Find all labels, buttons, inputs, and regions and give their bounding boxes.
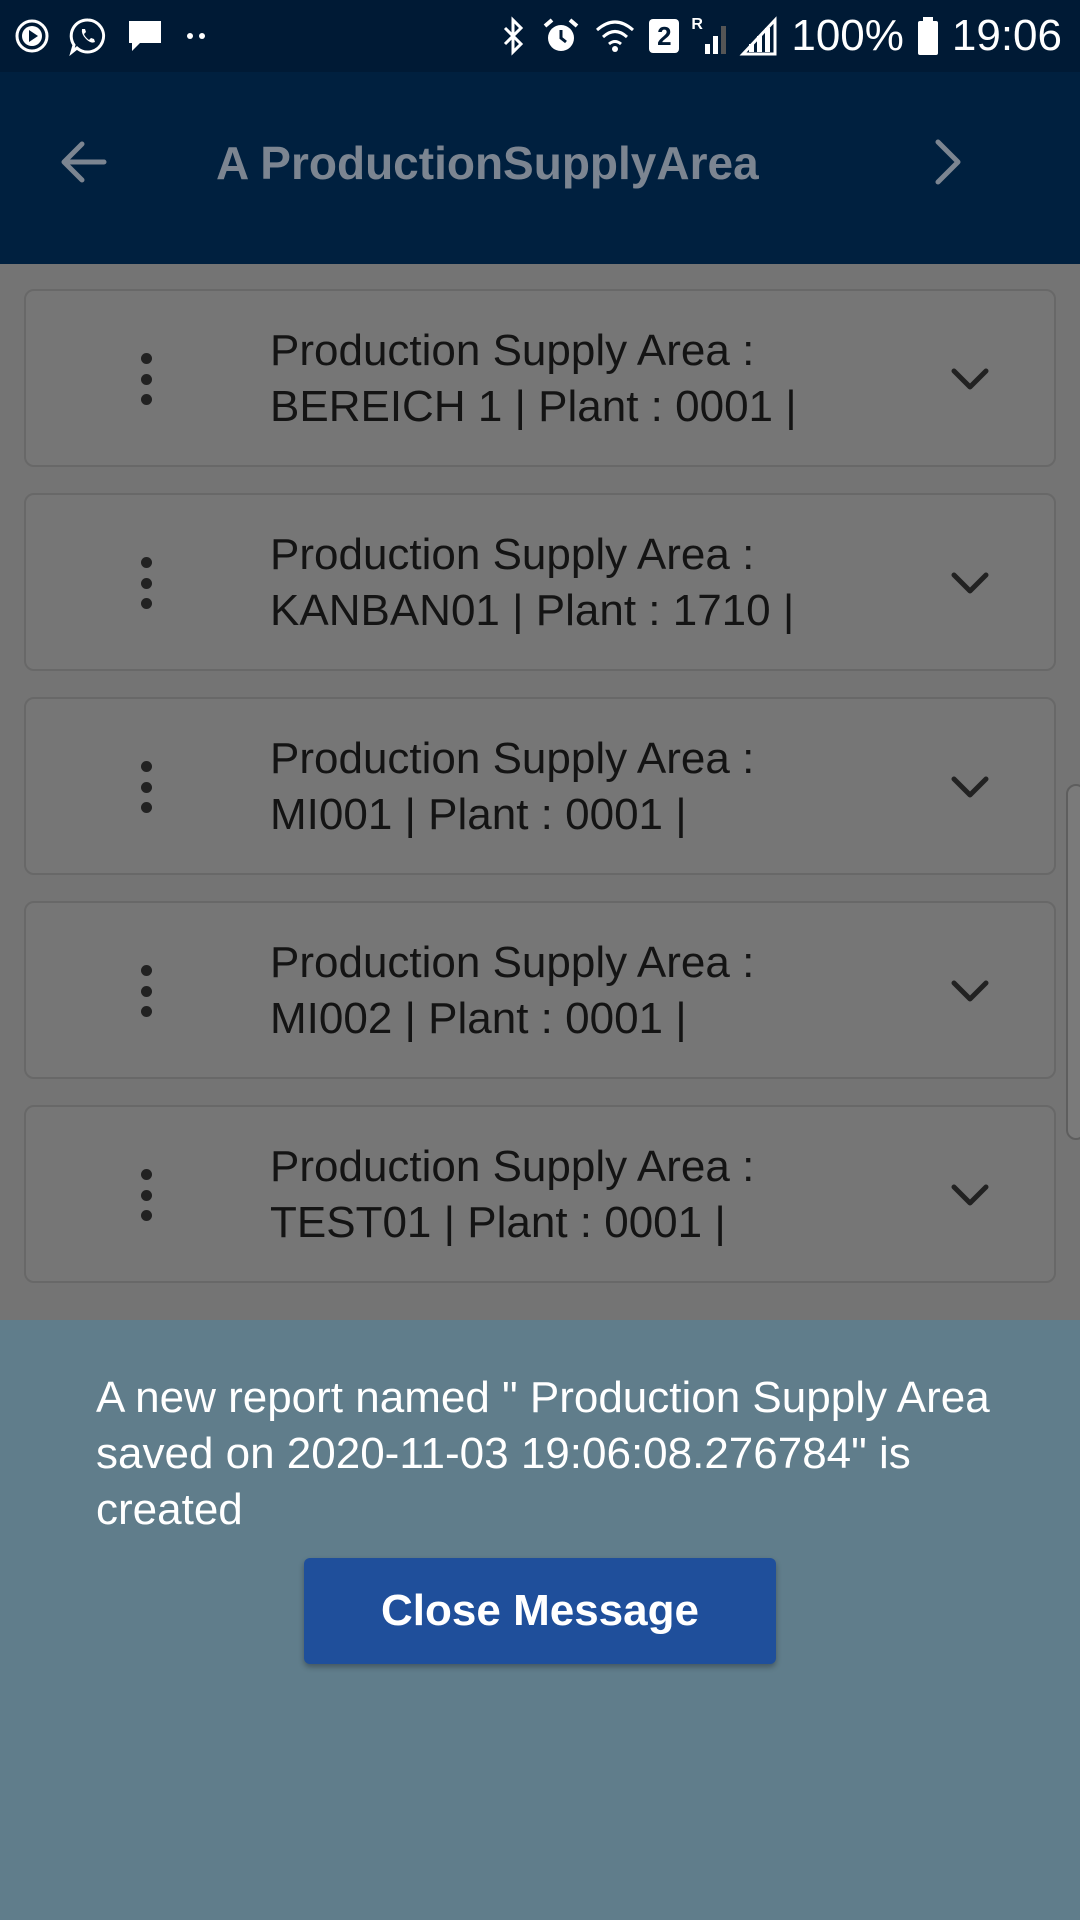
close-message-button[interactable]: Close Message — [304, 1558, 776, 1664]
page-title: A ProductionSupplyArea — [216, 137, 759, 189]
sim-2-icon: 2 — [649, 19, 680, 53]
status-left-icons — [14, 14, 212, 58]
list-item-line2: BEREICH 1 | Plant : 0001 | — [270, 382, 797, 431]
more-vert-icon[interactable] — [136, 1169, 156, 1221]
chevron-down-icon[interactable] — [946, 767, 994, 807]
list-item[interactable]: Production Supply Area : MI002 | Plant :… — [24, 901, 1056, 1079]
status-bar: 2 R 100% 19:06 — [0, 0, 1080, 72]
message-text: A new report named " Production Supply A… — [96, 1373, 990, 1534]
scrollbar-thumb[interactable] — [1066, 784, 1080, 1140]
clock: 19:06 — [951, 11, 1062, 60]
list-item-line1: Production Supply Area : — [270, 530, 755, 579]
app-bar: A ProductionSupplyArea — [0, 72, 1080, 264]
more-vert-icon[interactable] — [136, 761, 156, 813]
list-item[interactable]: Production Supply Area : MI001 | Plant :… — [24, 697, 1056, 875]
next-button[interactable] — [920, 132, 980, 192]
message-panel: A new report named " Production Supply A… — [0, 1320, 1080, 1920]
list-item-text: Production Supply Area : KANBAN01 | Plan… — [270, 527, 950, 639]
list-item-line1: Production Supply Area : — [270, 734, 755, 783]
signal-icon — [739, 16, 779, 56]
signal-roaming-icon: R — [691, 16, 727, 56]
wifi-icon — [593, 16, 637, 56]
bluetooth-icon — [499, 16, 529, 56]
list-item-line1: Production Supply Area : — [270, 1142, 755, 1191]
more-dots-icon — [182, 26, 212, 46]
chat-bubble-icon — [126, 17, 164, 55]
chevron-down-icon[interactable] — [946, 971, 994, 1011]
more-vert-icon[interactable] — [136, 353, 156, 405]
list-item[interactable]: Production Supply Area : BEREICH 1 | Pla… — [24, 289, 1056, 467]
list-item-line2: TEST01 | Plant : 0001 | — [270, 1198, 726, 1247]
back-button[interactable] — [54, 132, 114, 192]
list-item-text: Production Supply Area : MI001 | Plant :… — [270, 731, 950, 843]
list-item-line2: MI001 | Plant : 0001 | — [270, 790, 687, 839]
list-item-line1: Production Supply Area : — [270, 938, 755, 987]
list-item-text: Production Supply Area : BEREICH 1 | Pla… — [270, 323, 950, 435]
list-item-line2: KANBAN01 | Plant : 1710 | — [270, 586, 795, 635]
chevron-down-icon[interactable] — [946, 359, 994, 399]
alarm-icon — [541, 16, 581, 56]
list-item-text: Production Supply Area : MI002 | Plant :… — [270, 935, 950, 1047]
battery-percent: 100% — [791, 11, 904, 60]
play-circle-icon — [14, 18, 50, 54]
battery-icon — [916, 16, 940, 56]
more-vert-icon[interactable] — [136, 557, 156, 609]
list-item-line1: Production Supply Area : — [270, 326, 755, 375]
list-item-text: Production Supply Area : TEST01 | Plant … — [270, 1139, 950, 1251]
chevron-right-icon — [935, 139, 961, 185]
list-item-line2: MI002 | Plant : 0001 | — [270, 994, 687, 1043]
arrow-left-icon — [61, 141, 107, 183]
chevron-down-icon[interactable] — [946, 1175, 994, 1215]
list-item[interactable]: Production Supply Area : TEST01 | Plant … — [24, 1105, 1056, 1283]
more-vert-icon[interactable] — [136, 965, 156, 1017]
roaming-label: R — [691, 16, 703, 33]
whatsapp-icon — [68, 16, 108, 56]
list-item[interactable]: Production Supply Area : KANBAN01 | Plan… — [24, 493, 1056, 671]
status-right-icons: 2 R 100% 19:06 — [499, 10, 1062, 62]
chevron-down-icon[interactable] — [946, 563, 994, 603]
